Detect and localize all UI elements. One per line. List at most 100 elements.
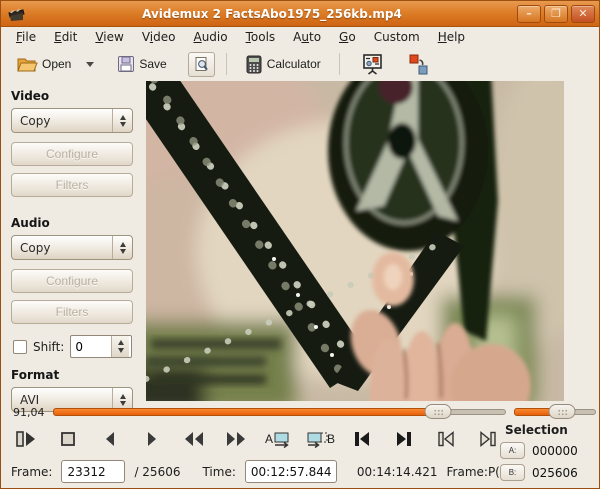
last-frame-icon <box>395 431 413 447</box>
menu-tools[interactable]: Tools <box>237 28 285 46</box>
process-queue-button[interactable] <box>401 49 437 79</box>
avidemux-window: Avidemux 2 FactsAbo1975_256kb.mp4 – ❐ ✕ … <box>0 0 600 489</box>
shift-spinbox[interactable] <box>70 335 132 358</box>
file-information-button[interactable] <box>188 52 215 77</box>
previous-keyframe-button[interactable] <box>179 427 209 451</box>
selection-a-value: 000000 <box>532 444 578 458</box>
svg-text:A: A <box>265 432 273 446</box>
sidebar: Video Copy Configure Filters Audio Copy … <box>1 81 146 401</box>
calculator-icon <box>245 55 263 74</box>
previous-black-frame-button[interactable] <box>431 427 461 451</box>
next-black-frame-icon <box>479 431 497 447</box>
video-configure-button[interactable]: Configure <box>11 142 133 166</box>
open-folder-icon <box>16 55 38 73</box>
set-marker-a-button[interactable]: A <box>263 427 293 451</box>
video-codec-value: Copy <box>12 114 112 128</box>
selection-panel: Selection A: 000000 B: 025606 <box>500 423 592 481</box>
play-button[interactable] <box>11 427 41 451</box>
save-button[interactable]: Save <box>110 51 173 77</box>
previous-black-frame-icon <box>437 431 455 447</box>
toolbar-separator <box>226 53 227 75</box>
audio-codec-value: Copy <box>12 241 112 255</box>
time-input[interactable] <box>245 460 337 483</box>
timeline-position-label: 91,04 <box>13 406 45 419</box>
open-dropdown-caret <box>86 62 94 67</box>
close-button[interactable]: ✕ <box>571 5 595 23</box>
play-icon <box>14 430 38 448</box>
selection-slider-handle[interactable] <box>548 404 575 419</box>
combo-arrows-icon <box>112 236 132 259</box>
stop-icon <box>59 430 77 448</box>
stop-button[interactable] <box>53 427 83 451</box>
menu-custom[interactable]: Custom <box>365 28 429 46</box>
shift-checkbox[interactable] <box>13 340 27 354</box>
video-codec-select[interactable]: Copy <box>11 108 133 133</box>
file-info-icon <box>193 56 210 73</box>
set-marker-b-icon: B <box>305 429 335 449</box>
app-clapperboard-icon <box>7 5 27 23</box>
timeline-handle[interactable] <box>425 404 452 419</box>
next-black-frame-button[interactable] <box>473 427 503 451</box>
time-label: Time: <box>202 465 235 479</box>
menu-video[interactable]: Video <box>133 28 185 46</box>
video-filters-button[interactable] <box>355 49 391 79</box>
maximize-button[interactable]: ❐ <box>544 5 568 23</box>
window-title: Avidemux 2 FactsAbo1975_256kb.mp4 <box>27 7 517 21</box>
shift-label: Shift: <box>33 340 64 354</box>
shift-value-input[interactable] <box>71 336 111 357</box>
timeline-slider[interactable] <box>53 404 506 419</box>
video-preview <box>146 81 564 401</box>
first-frame-icon <box>353 431 371 447</box>
svg-text:B: B <box>327 432 335 446</box>
menu-edit[interactable]: Edit <box>45 28 86 46</box>
next-frame-button[interactable] <box>137 427 167 451</box>
format-section-label: Format <box>11 368 146 382</box>
audio-filters-button[interactable]: Filters <box>11 300 133 324</box>
next-keyframe-icon <box>226 431 246 447</box>
set-marker-b-button[interactable]: B <box>305 427 335 451</box>
selection-title: Selection <box>500 423 592 437</box>
menubar: FileEditViewVideoAudioToolsAutoGoCustomH… <box>1 27 599 47</box>
menu-view[interactable]: View <box>86 28 132 46</box>
selection-slider[interactable] <box>514 404 596 419</box>
menu-go[interactable]: Go <box>330 28 365 46</box>
open-dropdown-button[interactable] <box>82 58 98 71</box>
audio-codec-select[interactable]: Copy <box>11 235 133 260</box>
first-frame-button[interactable] <box>347 427 377 451</box>
open-button-label: Open <box>42 57 71 71</box>
duration-text: 00:14:14.421 <box>357 465 438 479</box>
selection-a-button[interactable]: A: <box>500 442 525 459</box>
previous-frame-button[interactable] <box>95 427 125 451</box>
status-row: Frame: / 25606 Time: 00:14:14.421 Frame:… <box>11 460 520 483</box>
frame-input[interactable] <box>61 460 125 483</box>
previous-keyframe-icon <box>184 431 204 447</box>
frame-total: / 25606 <box>134 465 180 479</box>
toolbar-separator <box>339 53 340 75</box>
menu-file[interactable]: File <box>7 28 45 46</box>
selection-b-value: 025606 <box>532 466 578 480</box>
menu-auto[interactable]: Auto <box>284 28 330 46</box>
menu-help[interactable]: Help <box>429 28 474 46</box>
bottom-panel: 91,04 <box>1 401 599 489</box>
open-button[interactable]: Open <box>9 51 78 77</box>
filters-screen-icon <box>362 53 384 75</box>
frame-label: Frame: <box>11 465 52 479</box>
video-filters-sidebar-button[interactable]: Filters <box>11 173 133 197</box>
previous-frame-icon <box>104 431 116 447</box>
next-keyframe-button[interactable] <box>221 427 251 451</box>
timeline-fill <box>53 408 434 416</box>
audio-configure-button[interactable]: Configure <box>11 269 133 293</box>
save-floppy-icon <box>117 55 135 73</box>
menu-audio[interactable]: Audio <box>184 28 236 46</box>
audio-section-label: Audio <box>11 216 146 230</box>
process-blocks-icon <box>408 53 430 75</box>
toolbar: Open Save <box>1 47 599 81</box>
set-marker-a-icon: A <box>264 429 292 449</box>
minimize-button[interactable]: – <box>517 5 541 23</box>
titlebar[interactable]: Avidemux 2 FactsAbo1975_256kb.mp4 – ❐ ✕ <box>1 1 599 27</box>
selection-b-button[interactable]: B: <box>500 464 525 481</box>
transport-controls: A B <box>11 427 503 451</box>
last-frame-button[interactable] <box>389 427 419 451</box>
calculator-button[interactable]: Calculator <box>238 51 328 78</box>
spin-arrows-icon[interactable] <box>111 336 129 357</box>
